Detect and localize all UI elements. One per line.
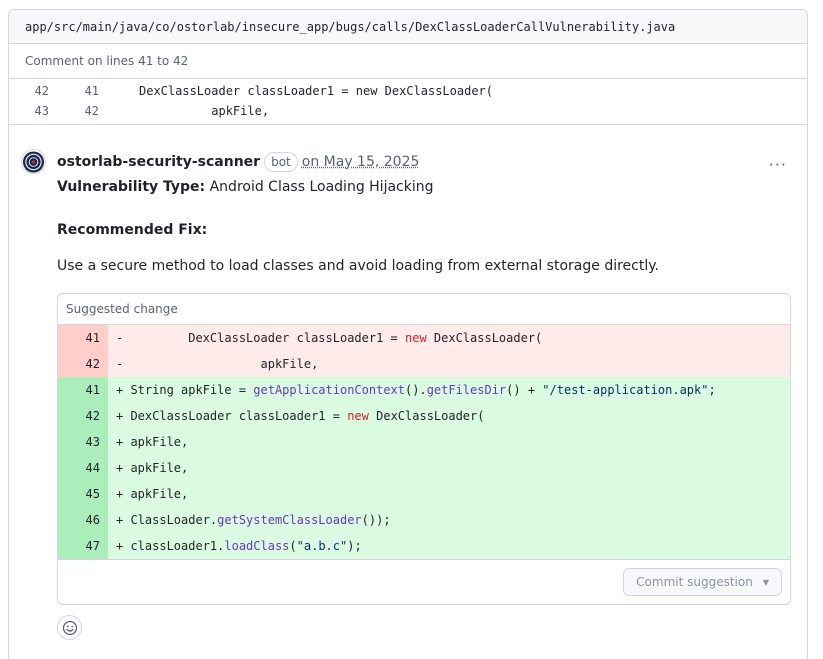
keyword-token: new — [405, 331, 427, 345]
commit-suggestion-button[interactable]: Commit suggestion ▼ — [623, 568, 782, 596]
diff-code: + classLoader1. loadClass("a.b.c"); — [108, 533, 790, 559]
code-token: ( — [289, 539, 297, 553]
diff-prefix: + — [116, 383, 131, 397]
context-code: apkFile, — [139, 104, 270, 118]
fix-heading: Recommended Fix: — [57, 222, 208, 238]
added-line: 44 + apkFile, — [58, 455, 790, 481]
file-path-header: app/src/main/java/co/ostorlab/insecure_a… — [9, 10, 807, 44]
comment-date-link[interactable]: on May 15, 2025 — [302, 154, 420, 170]
diff-code: + apkFile, — [108, 481, 790, 507]
diff-prefix: + — [116, 461, 131, 475]
function-token: loadClass — [224, 539, 290, 553]
triangle-down-icon[interactable]: ▼ — [763, 578, 769, 587]
diff-code: - DexClassLoader classLoader1 = new DexC… — [108, 325, 790, 351]
commit-suggestion-label: Commit suggestion — [636, 575, 753, 589]
code-token: classLoader1. — [130, 539, 225, 553]
context-code: DexClassLoader classLoader1 = new DexCla… — [139, 84, 494, 98]
vulnerability-label: Vulnerability Type: — [57, 179, 206, 195]
keyword-token: new — [347, 409, 369, 423]
diff-prefix: - — [116, 331, 189, 345]
add-reaction-button[interactable] — [57, 615, 82, 640]
review-thread-card: app/src/main/java/co/ostorlab/insecure_a… — [8, 9, 808, 659]
kebab-horizontal-icon[interactable]: ··· — [769, 155, 787, 174]
code-token: DexClassLoader classLoader1 = — [188, 331, 405, 345]
added-line: 46 + ClassLoader. getSystemClassLoader ()); — [58, 507, 790, 533]
string-token: "a.b.c" — [296, 539, 348, 553]
smiley-icon — [62, 620, 77, 635]
added-line: 42 + DexClassLoader classLoader1 = new De… — [58, 403, 790, 429]
diff-code: - apkFile, — [108, 351, 790, 377]
code-token: () + — [506, 383, 543, 397]
code-token: ClassLoader. — [130, 513, 218, 527]
diff-prefix: - — [116, 357, 261, 371]
code-token: String apkFile = — [130, 383, 254, 397]
code-token: DexClassLoader( — [426, 331, 543, 345]
file-path[interactable]: app/src/main/java/co/ostorlab/insecure_a… — [25, 20, 675, 34]
deleted-line: 41- DexClassLoader classLoader1 = new De… — [58, 325, 790, 351]
code-token: apkFile, — [130, 435, 189, 449]
code-token: DexClassLoader( — [368, 409, 485, 423]
code-token: apkFile, — [130, 487, 189, 501]
code-token: ; — [708, 383, 716, 397]
diff-prefix: + — [116, 435, 131, 449]
diff-prefix: + — [116, 409, 131, 423]
diff-line-number: 41 — [58, 325, 108, 351]
context-diff: 42 41 DexClassLoader classLoader1 = new De… — [9, 79, 807, 125]
diff-line-number: 42 — [58, 403, 108, 429]
diff-code: + apkFile, — [108, 455, 790, 481]
context-table: 42 41 DexClassLoader classLoader1 = new De… — [9, 81, 807, 121]
old-line-number[interactable]: 42 — [9, 81, 49, 101]
diff-prefix: + — [116, 539, 131, 553]
diff-line-number: 46 — [58, 507, 108, 533]
review-comment: ostorlab-security-scanner bot on May 15,… — [9, 125, 807, 640]
context-line: 43 42 apkFile, — [9, 101, 807, 121]
code-token: apkFile, — [260, 357, 319, 371]
vulnerability-value: Android Class Loading Hijacking — [205, 179, 434, 195]
new-line-number[interactable]: 41 — [49, 81, 99, 101]
diff-line-number: 45 — [58, 481, 108, 507]
comment-range-label: Comment on lines 41 to 42 — [9, 44, 807, 79]
suggested-change-title: Suggested change — [58, 294, 790, 325]
suggested-change-box: Suggested change 41- DexClassLoader clas… — [57, 293, 791, 605]
author-name[interactable]: ostorlab-security-scanner — [57, 154, 260, 170]
function-token: getApplicationContext — [253, 383, 405, 397]
bot-badge: bot — [264, 152, 298, 172]
diff-code: + ClassLoader. getSystemClassLoader ()); — [108, 507, 790, 533]
diff-prefix: + — [116, 487, 131, 501]
fix-text: Use a secure method to load classes and … — [57, 258, 659, 274]
function-token: getSystemClassLoader — [217, 513, 362, 527]
context-line: 42 41 DexClassLoader classLoader1 = new De… — [9, 81, 807, 101]
vulnerability-type: Vulnerability Type: Android Class Loadin… — [57, 177, 791, 198]
diff-line-number: 44 — [58, 455, 108, 481]
code-token: (). — [405, 383, 427, 397]
scanner-avatar-icon[interactable] — [21, 149, 46, 174]
suggestion-footer: Commit suggestion ▼ — [58, 559, 790, 604]
suggested-diff: 41- DexClassLoader classLoader1 = new De… — [58, 325, 790, 559]
diff-code: + String apkFile = getApplicationContext… — [108, 377, 790, 403]
added-line: 47 + classLoader1. loadClass("a.b.c"); — [58, 533, 790, 559]
diff-line-number: 43 — [58, 429, 108, 455]
function-token: getFilesDir — [426, 383, 507, 397]
added-line: 45 + apkFile, — [58, 481, 790, 507]
added-line: 43 + apkFile, — [58, 429, 790, 455]
diff-line-number: 47 — [58, 533, 108, 559]
deleted-line: 42- apkFile, — [58, 351, 790, 377]
diff-code: + apkFile, — [108, 429, 790, 455]
old-line-number[interactable]: 43 — [9, 101, 49, 121]
diff-prefix: + — [116, 513, 131, 527]
added-line: 41 + String apkFile = getApplicationConte… — [58, 377, 790, 403]
code-token: ); — [347, 539, 362, 553]
diff-code: + DexClassLoader classLoader1 = new DexC… — [108, 403, 790, 429]
diff-line-number: 41 — [58, 377, 108, 403]
new-line-number[interactable]: 42 — [49, 101, 99, 121]
string-token: "/test-application.apk" — [542, 383, 709, 397]
code-token: ()); — [361, 513, 391, 527]
diff-line-number: 42 — [58, 351, 108, 377]
code-token: DexClassLoader classLoader1 = — [130, 409, 348, 423]
code-token: apkFile, — [130, 461, 189, 475]
